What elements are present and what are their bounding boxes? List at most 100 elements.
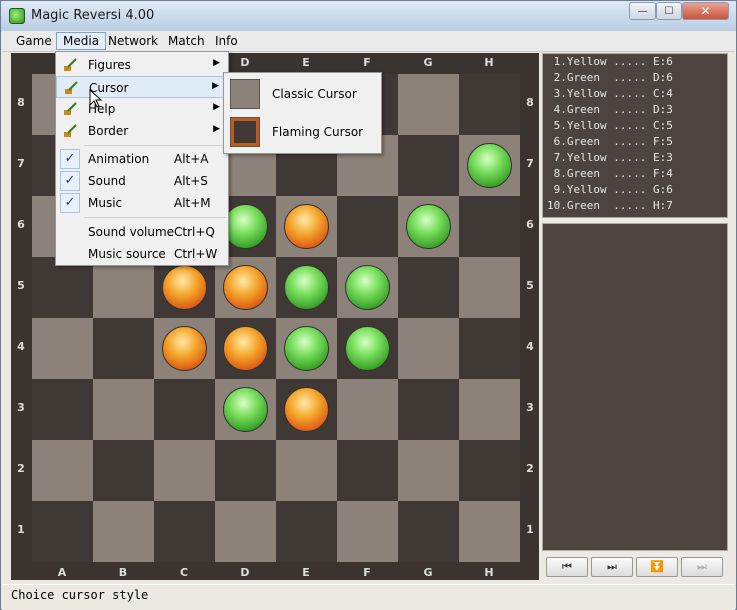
flaming-cursor-preview-icon	[230, 117, 260, 147]
board-square-f2[interactable]	[337, 440, 398, 501]
board-square-g7[interactable]	[398, 135, 459, 196]
board-square-g4[interactable]	[398, 318, 459, 379]
board-square-h5[interactable]	[459, 257, 520, 318]
menu-item-border[interactable]: Border ▶	[56, 120, 228, 142]
board-square-e1[interactable]	[276, 501, 337, 562]
board-square-b2[interactable]	[93, 440, 154, 501]
step-down-button[interactable]: ⏬	[636, 557, 678, 577]
board-square-a3[interactable]	[32, 379, 93, 440]
rewind-button[interactable]: ⏮	[546, 557, 588, 577]
board-coordinate-label: 2	[526, 462, 534, 475]
board-square-c5[interactable]	[154, 257, 215, 318]
board-square-h6[interactable]	[459, 196, 520, 257]
board-coordinate-label: D	[240, 56, 250, 69]
board-coordinate-label: G	[423, 566, 433, 579]
board-square-h3[interactable]	[459, 379, 520, 440]
board-square-a5[interactable]	[32, 257, 93, 318]
maximize-button[interactable]: ☐	[656, 2, 682, 20]
board-square-f3[interactable]	[337, 379, 398, 440]
menu-shortcut: Alt+A	[174, 152, 209, 166]
menu-item-music[interactable]: ✓ Music Alt+M	[56, 192, 228, 214]
board-square-a4[interactable]	[32, 318, 93, 379]
board-square-a2[interactable]	[32, 440, 93, 501]
board-square-g2[interactable]	[398, 440, 459, 501]
minimize-button[interactable]: —	[629, 2, 656, 20]
menu-item-label: Figures	[88, 58, 131, 72]
board-square-b4[interactable]	[93, 318, 154, 379]
board-square-h2[interactable]	[459, 440, 520, 501]
menu-info[interactable]: Info	[209, 32, 244, 50]
yellow-disc	[223, 326, 268, 371]
board-square-b3[interactable]	[93, 379, 154, 440]
media-dropdown-menu: Figures ▶ Cursor ▶ Help ▶ Border ▶ ✓ Ani…	[55, 51, 229, 266]
board-coordinate-label: G	[423, 56, 433, 69]
board-square-d1[interactable]	[215, 501, 276, 562]
board-square-g6[interactable]	[398, 196, 459, 257]
board-square-d2[interactable]	[215, 440, 276, 501]
board-square-d4[interactable]	[215, 318, 276, 379]
brush-icon	[64, 102, 77, 115]
menu-item-figures[interactable]: Figures ▶	[56, 54, 228, 76]
move-history: 1.Yellow ..... E:6 2.Green ..... D:6 3.Y…	[542, 53, 728, 218]
board-square-d3[interactable]	[215, 379, 276, 440]
skip-end-button[interactable]: ⏭	[681, 557, 723, 577]
board-coordinate-label: D	[240, 566, 250, 579]
board-square-g3[interactable]	[398, 379, 459, 440]
board-square-h1[interactable]	[459, 501, 520, 562]
board-coordinate-label: E	[302, 56, 310, 69]
board-square-h7[interactable]	[459, 135, 520, 196]
menu-item-sound-volume[interactable]: Sound volume Ctrl+Q	[56, 221, 228, 243]
menu-item-animation[interactable]: ✓ Animation Alt+A	[56, 148, 228, 170]
board-coordinate-label: 5	[17, 279, 25, 292]
submenu-arrow-icon: ▶	[212, 81, 219, 91]
board-coordinate-label: 5	[526, 279, 534, 292]
close-button[interactable]: ✕	[682, 2, 729, 20]
menu-item-label: Animation	[88, 152, 150, 166]
board-square-g5[interactable]	[398, 257, 459, 318]
board-square-c4[interactable]	[154, 318, 215, 379]
fast-forward-button[interactable]: ⏭	[591, 557, 633, 577]
board-square-g8[interactable]	[398, 74, 459, 135]
green-disc	[223, 204, 268, 249]
menu-media[interactable]: Media	[56, 32, 107, 50]
board-coordinate-label: 3	[526, 401, 534, 414]
board-square-b5[interactable]	[93, 257, 154, 318]
menu-bar: Game Media Network Match Info	[2, 31, 735, 52]
board-square-b1[interactable]	[93, 501, 154, 562]
board-square-d5[interactable]	[215, 257, 276, 318]
title-bar[interactable]: Magic Reversi 4.00 — ☐ ✕	[1, 1, 736, 31]
board-square-a1[interactable]	[32, 501, 93, 562]
board-square-e6[interactable]	[276, 196, 337, 257]
menu-game[interactable]: Game	[10, 32, 58, 50]
menu-item-flaming-cursor[interactable]: Flaming Cursor	[224, 113, 381, 151]
board-square-c2[interactable]	[154, 440, 215, 501]
board-square-e3[interactable]	[276, 379, 337, 440]
board-square-c1[interactable]	[154, 501, 215, 562]
menu-item-help[interactable]: Help ▶	[56, 98, 228, 120]
board-square-f4[interactable]	[337, 318, 398, 379]
board-square-h4[interactable]	[459, 318, 520, 379]
board-coordinate-label: 2	[17, 462, 25, 475]
board-square-c3[interactable]	[154, 379, 215, 440]
board-coordinate-label: 6	[526, 218, 534, 231]
submenu-arrow-icon: ▶	[213, 124, 220, 134]
board-square-h8[interactable]	[459, 74, 520, 135]
board-square-f6[interactable]	[337, 196, 398, 257]
move-entry: 5.Yellow ..... C:5	[547, 119, 673, 132]
menu-item-music-source[interactable]: Music source Ctrl+W	[56, 243, 228, 265]
board-square-e2[interactable]	[276, 440, 337, 501]
board-square-f5[interactable]	[337, 257, 398, 318]
board-square-f1[interactable]	[337, 501, 398, 562]
menu-item-sound[interactable]: ✓ Sound Alt+S	[56, 170, 228, 192]
menu-match[interactable]: Match	[162, 32, 211, 50]
board-square-e4[interactable]	[276, 318, 337, 379]
board-coordinate-label: 1	[17, 523, 25, 536]
board-coordinate-label: F	[363, 566, 371, 579]
board-square-g1[interactable]	[398, 501, 459, 562]
board-coordinate-label: 4	[17, 340, 25, 353]
menu-item-classic-cursor[interactable]: Classic Cursor	[224, 75, 381, 113]
menu-network[interactable]: Network	[102, 32, 164, 50]
board-square-e5[interactable]	[276, 257, 337, 318]
mouse-pointer-icon	[89, 89, 103, 108]
menu-item-cursor[interactable]: Cursor ▶	[56, 76, 228, 98]
